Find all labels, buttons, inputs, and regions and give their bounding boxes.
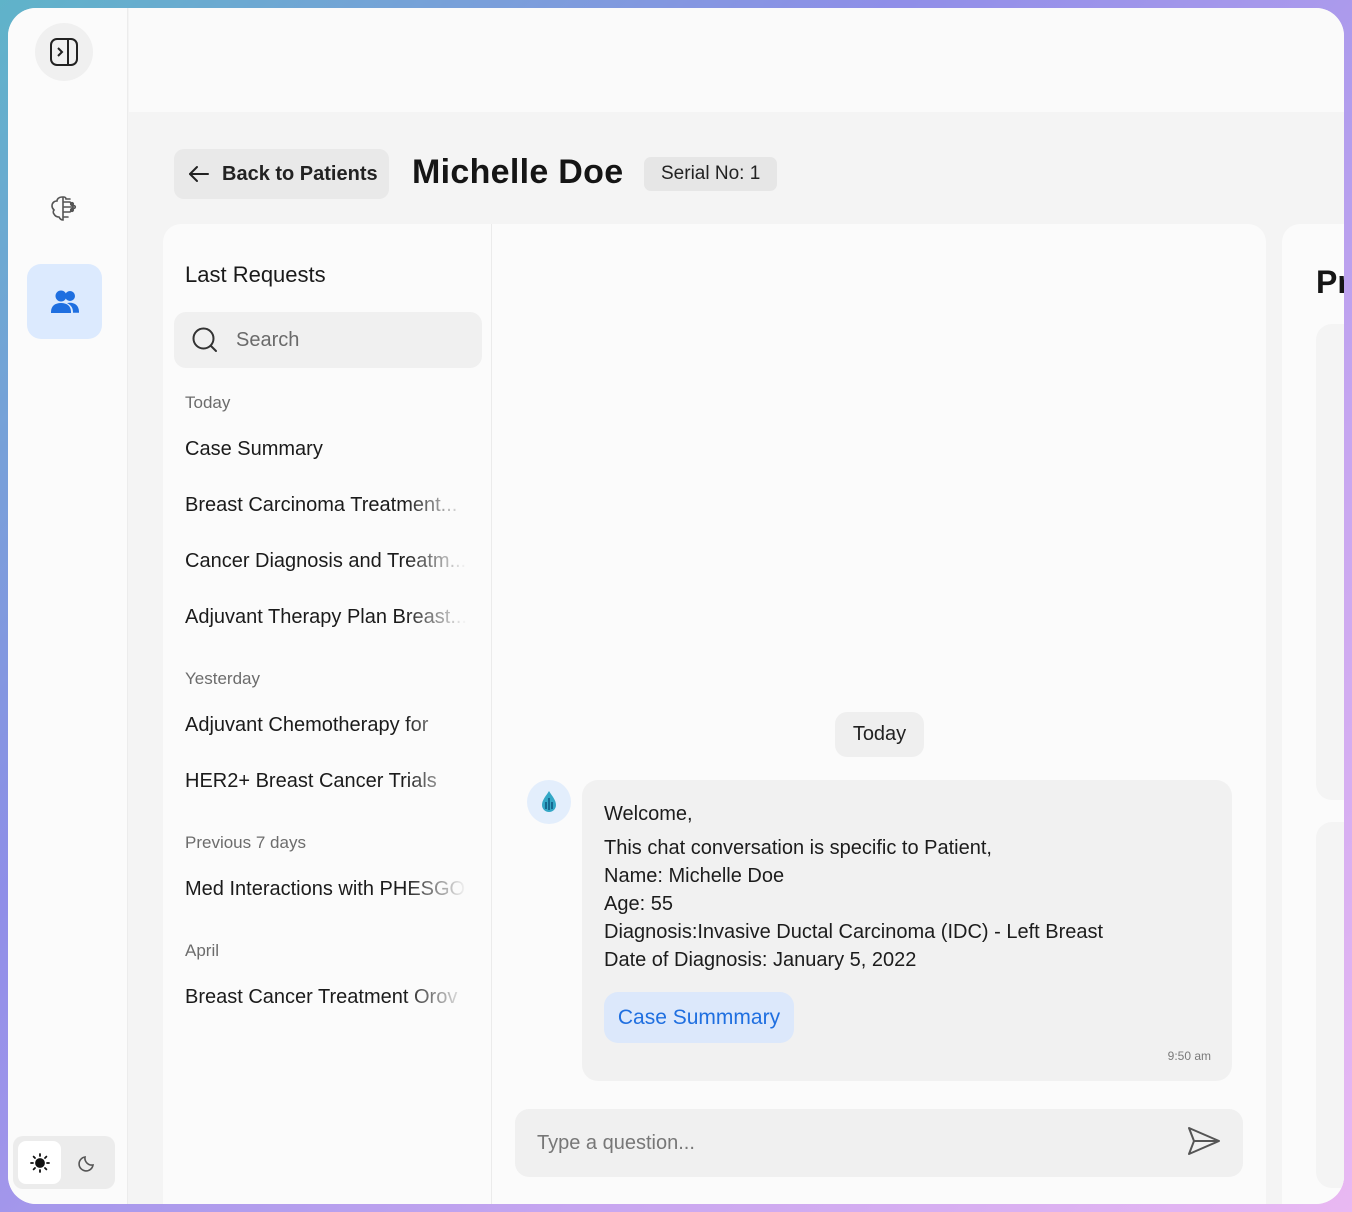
- app-window: Back to Patients Michelle Doe Serial No:…: [8, 8, 1344, 1204]
- request-item[interactable]: Adjuvant Chemotherapy for: [185, 714, 467, 737]
- message-composer: [515, 1109, 1243, 1177]
- group-label-previous-7-days: Previous 7 days: [185, 833, 306, 852]
- message-timestamp: 9:50 am: [1167, 1049, 1211, 1063]
- request-item[interactable]: Med Interactions with PHESGO: [185, 878, 467, 901]
- users-icon: [50, 290, 79, 313]
- nav-rail: [8, 8, 128, 1204]
- message-line: Age: 55: [604, 893, 673, 915]
- message-greeting: Welcome,: [604, 803, 693, 825]
- last-requests-title: Last Requests: [185, 262, 326, 287]
- sidebar-toggle-icon: [50, 38, 78, 66]
- bot-avatar: [527, 780, 571, 824]
- bot-logo-icon: [542, 791, 556, 812]
- right-panel-title: Pr: [1316, 264, 1344, 300]
- back-to-patients-button[interactable]: Back to Patients: [174, 149, 389, 199]
- request-item[interactable]: HER2+ Breast Cancer Trials: [185, 770, 467, 793]
- group-label-yesterday: Yesterday: [185, 669, 260, 688]
- sidebar-toggle-button[interactable]: [35, 23, 93, 81]
- question-input[interactable]: [537, 1131, 1187, 1155]
- send-icon: [1188, 1126, 1220, 1155]
- message-line: Diagnosis:Invasive Ductal Carcinoma (IDC…: [604, 921, 1104, 943]
- chat-area: Today Welcome, This chat conversation is…: [493, 224, 1266, 1204]
- ai-assistant-nav[interactable]: [49, 193, 79, 223]
- conversation-panel: Last Requests Today Case Summary Breast …: [163, 224, 1266, 1204]
- date-divider: Today: [835, 712, 924, 757]
- group-label-april: April: [185, 941, 220, 960]
- message-line: This chat conversation is specific to Pa…: [604, 837, 992, 859]
- search-input[interactable]: [236, 328, 456, 352]
- request-item[interactable]: Cancer Diagnosis and Treatm...: [185, 550, 467, 573]
- request-item[interactable]: Breast Cancer Treatment Orov: [185, 986, 467, 1009]
- request-item[interactable]: Breast Carcinoma Treatment...: [185, 494, 467, 517]
- brain-icon: [51, 196, 77, 221]
- light-mode-button[interactable]: [18, 1141, 61, 1184]
- top-bar: [129, 8, 1344, 112]
- theme-switch: [13, 1136, 115, 1189]
- right-panel-card: [1316, 324, 1344, 800]
- case-summary-button[interactable]: Case Summmary: [604, 992, 794, 1043]
- patients-nav[interactable]: [27, 264, 102, 339]
- bot-message: Welcome, This chat conversation is speci…: [582, 780, 1232, 1081]
- moon-icon: [77, 1155, 94, 1172]
- message-line: Date of Diagnosis: January 5, 2022: [604, 949, 917, 971]
- search-icon: [192, 327, 217, 352]
- back-button-label: Back to Patients: [222, 162, 378, 185]
- last-requests-sidebar: Last Requests Today Case Summary Breast …: [163, 224, 492, 1204]
- message-line: Name: Michelle Doe: [604, 865, 785, 887]
- send-button[interactable]: [1187, 1125, 1221, 1162]
- request-item[interactable]: Case Summary: [185, 438, 467, 461]
- group-label-today: Today: [185, 393, 231, 412]
- right-panel: Pr: [1282, 224, 1344, 1204]
- sun-icon: [29, 1152, 50, 1173]
- dark-mode-button[interactable]: [65, 1141, 108, 1184]
- request-item[interactable]: Adjuvant Therapy Plan Breast...: [185, 606, 467, 629]
- patient-name: Michelle Doe: [412, 153, 624, 191]
- right-panel-card: [1316, 822, 1344, 1188]
- serial-badge: Serial No: 1: [644, 157, 778, 191]
- search-box[interactable]: [174, 312, 482, 368]
- arrow-left-icon: [189, 166, 209, 182]
